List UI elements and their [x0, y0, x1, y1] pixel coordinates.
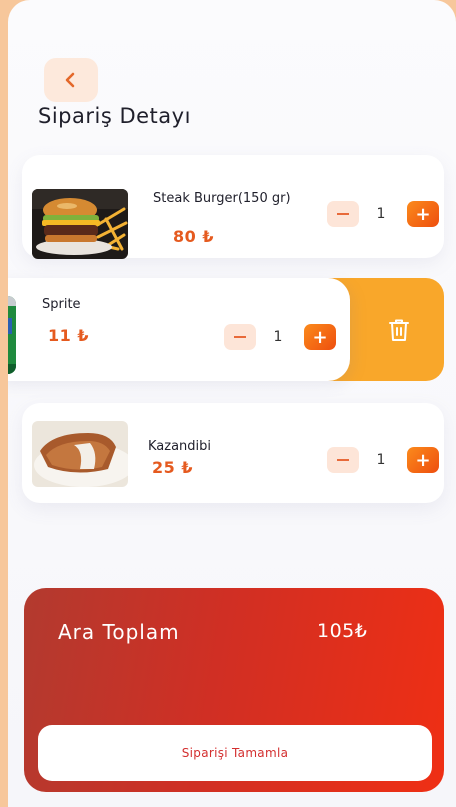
item-price: 11 ₺ — [48, 326, 89, 345]
plus-icon: + — [415, 203, 431, 225]
cart-item: Kazandibi 25 ₺ 1 + — [22, 403, 444, 503]
back-button[interactable] — [44, 58, 98, 102]
quantity-value: 1 — [376, 452, 386, 468]
item-price: 25 ₺ — [152, 458, 193, 477]
quantity-value: 1 — [376, 206, 386, 222]
cart-item-swiped[interactable]: Sprite 11 ₺ 1 + — [8, 278, 350, 381]
item-name: Kazandibi — [148, 439, 212, 454]
trash-icon — [389, 319, 409, 341]
item-name: Steak Burger(150 gr) — [153, 191, 291, 206]
increase-quantity-button[interactable]: + — [407, 201, 439, 227]
page-title: Sipariş Detayı — [38, 104, 191, 128]
plus-icon: + — [415, 449, 431, 471]
order-summary: Ara Toplam 105₺ Siparişi Tamamla — [24, 588, 444, 792]
item-price: 80 ₺ — [173, 227, 214, 246]
minus-icon — [337, 213, 349, 215]
increase-quantity-button[interactable]: + — [407, 447, 439, 473]
quantity-value: 1 — [273, 329, 283, 345]
increase-quantity-button[interactable]: + — [304, 324, 336, 350]
screen: Sipariş Detayı Steak Burger(150 gr) 80 ₺… — [8, 0, 456, 807]
sprite-can-image — [8, 296, 16, 374]
item-name: Sprite — [42, 297, 81, 312]
decrease-quantity-button[interactable] — [327, 447, 359, 473]
complete-order-button[interactable]: Siparişi Tamamla — [38, 725, 432, 781]
minus-icon — [337, 459, 349, 461]
decrease-quantity-button[interactable] — [224, 324, 256, 350]
burger-image — [32, 189, 128, 259]
decrease-quantity-button[interactable] — [327, 201, 359, 227]
subtotal-label: Ara Toplam — [58, 620, 180, 644]
cart-item: Steak Burger(150 gr) 80 ₺ 1 + — [22, 155, 444, 259]
subtotal-value: 105₺ — [317, 620, 368, 642]
minus-icon — [234, 336, 246, 338]
chevron-left-icon — [65, 72, 75, 88]
plus-icon: + — [312, 326, 328, 348]
delete-button[interactable] — [388, 318, 410, 342]
kazandibi-image — [32, 421, 128, 487]
